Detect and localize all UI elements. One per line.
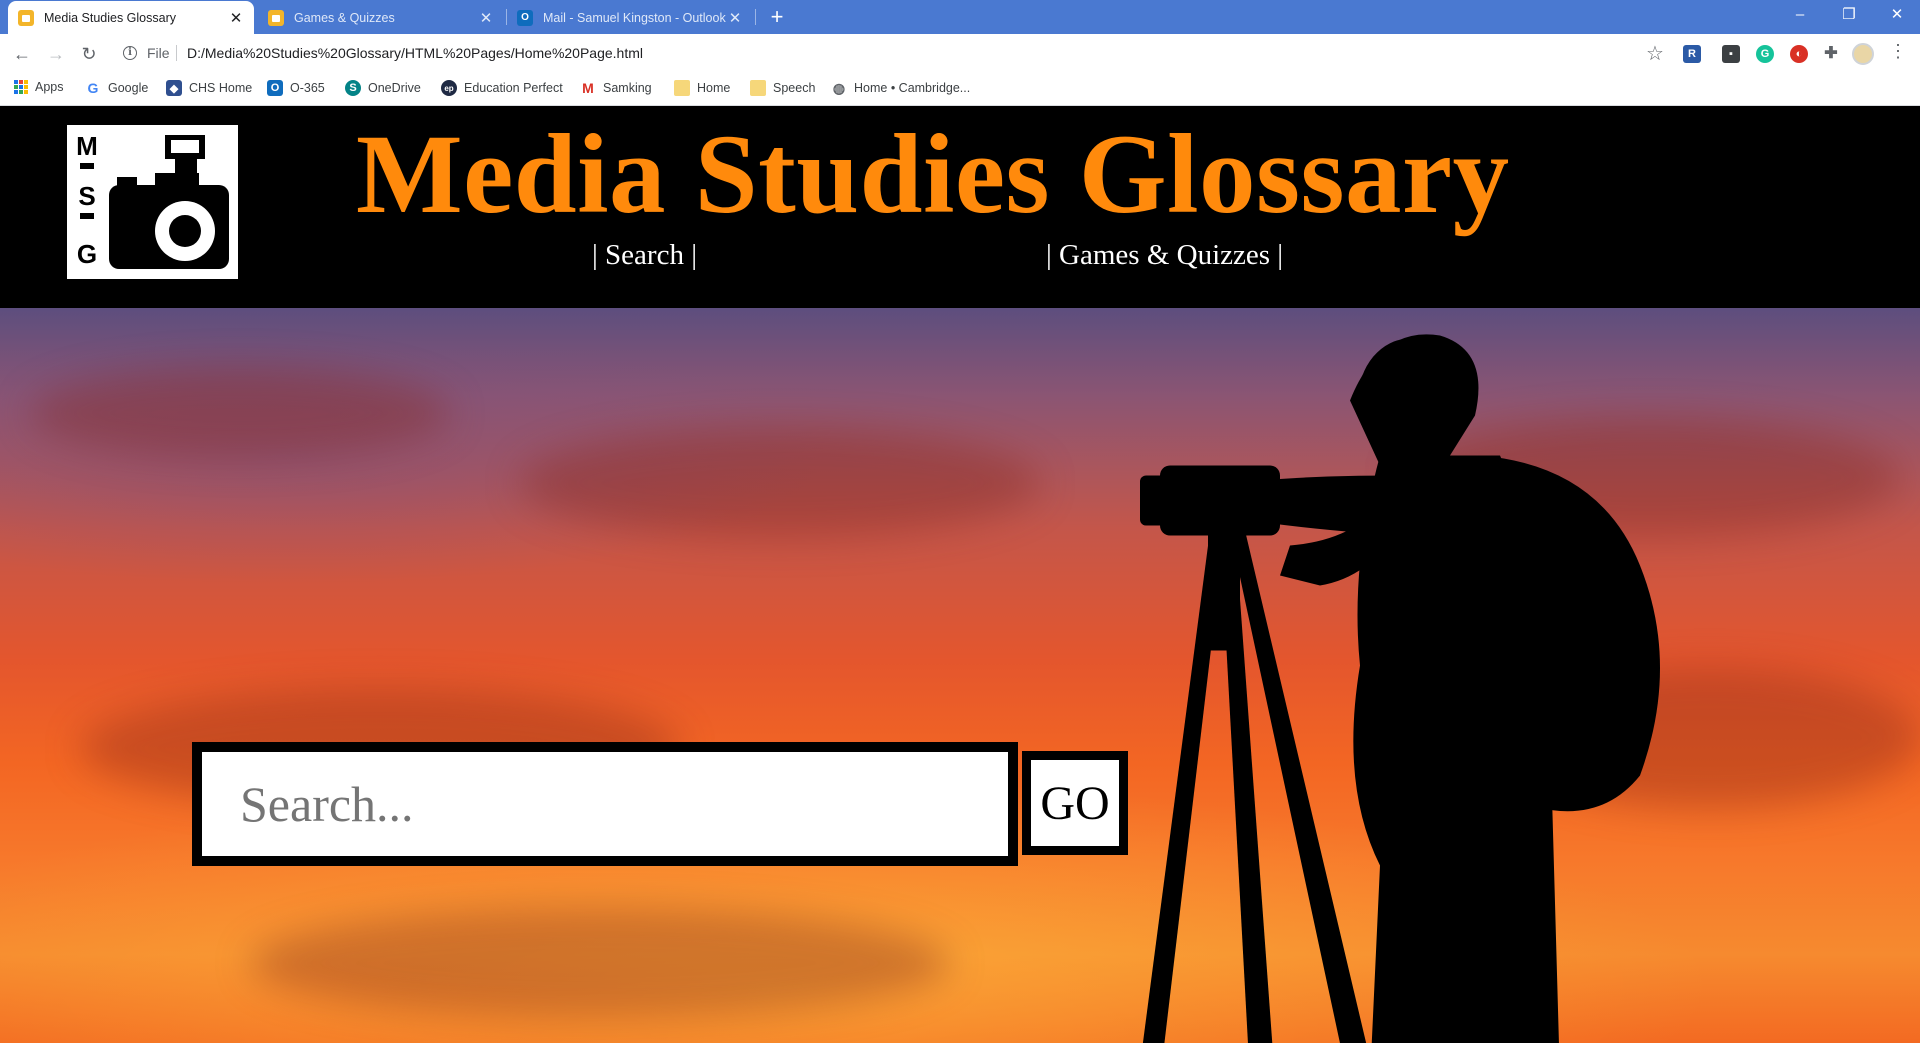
restore-button[interactable]: ❐	[1826, 0, 1872, 30]
bookmark-home-cambridge[interactable]: ◍ Home • Cambridge...	[831, 80, 970, 96]
extension-icon[interactable]: R	[1683, 45, 1701, 63]
menu-kebab-icon[interactable]: ⋮	[1889, 41, 1907, 62]
page-favicon-icon	[268, 9, 284, 26]
bookmark-chs-home[interactable]: ◆ CHS Home	[166, 80, 252, 96]
site-info-icon[interactable]: i	[123, 46, 137, 60]
photographer-silhouette-icon	[1140, 334, 1660, 1043]
go-button[interactable]: GO	[1022, 751, 1128, 855]
tab-outlook-mail[interactable]: O Mail - Samuel Kingston - Outlook ✕	[507, 1, 753, 34]
logo-letter-m: M	[76, 131, 98, 161]
bookmark-label: OneDrive	[368, 81, 421, 95]
globe-icon: ◍	[832, 79, 846, 96]
bookmark-education-perfect[interactable]: ep Education Perfect	[441, 80, 563, 96]
bookmark-label: Google	[108, 81, 149, 95]
forward-button[interactable]: →	[42, 40, 70, 68]
profile-avatar[interactable]	[1852, 43, 1874, 65]
google-icon: G	[87, 80, 99, 96]
outlook-icon: O	[517, 9, 533, 26]
chs-icon: ◆	[166, 80, 182, 96]
outlook-icon: O	[267, 80, 283, 96]
extension-icon[interactable]: ▪	[1722, 45, 1740, 63]
web-page: M S G Media Studies Glossary | Search | …	[0, 106, 1920, 1043]
ep-icon: ep	[441, 80, 457, 96]
bookmark-o365[interactable]: O O-365	[267, 80, 325, 96]
logo-letter-s: S	[78, 181, 95, 211]
sharepoint-icon: S	[345, 80, 361, 96]
tab-title: Mail - Samuel Kingston - Outlook	[543, 10, 726, 25]
bookmark-apps[interactable]: Apps	[14, 80, 64, 94]
bookmark-google[interactable]: G Google	[85, 80, 149, 96]
close-tab-icon[interactable]: ✕	[727, 9, 743, 27]
bookmark-label: CHS Home	[189, 81, 253, 95]
logo-letter-g: G	[77, 239, 97, 269]
close-tab-icon[interactable]: ✕	[478, 9, 494, 27]
nav-search-link[interactable]: | Search |	[592, 239, 697, 272]
bookmark-label: Apps	[35, 80, 64, 94]
cloud-shape	[250, 908, 950, 1018]
minimize-button[interactable]: –	[1777, 0, 1823, 30]
hero-sunset-background: GO	[0, 308, 1920, 1043]
bookmark-label: Education Perfect	[464, 81, 563, 95]
cloud-shape	[30, 368, 450, 458]
browser-toolbar: ← → ↻ i File D:/Media%20Studies%20Glossa…	[0, 34, 1920, 72]
bookmark-label: Speech	[773, 81, 816, 95]
bookmark-label: Samking	[603, 81, 652, 95]
url-scheme-label: File	[147, 45, 170, 61]
folder-icon	[750, 80, 766, 96]
bookmark-speech[interactable]: Speech	[750, 80, 815, 96]
tab-media-studies-glossary[interactable]: Media Studies Glossary ✕	[8, 1, 254, 34]
gmail-icon: M	[582, 80, 594, 96]
bookmark-label: O-365	[290, 81, 325, 95]
address-bar[interactable]: D:/Media%20Studies%20Glossary/HTML%20Pag…	[187, 45, 643, 61]
new-tab-button[interactable]: +	[764, 4, 790, 30]
site-title: Media Studies Glossary	[356, 112, 1510, 237]
browser-tab-strip: Media Studies Glossary ✕ Games & Quizzes…	[0, 0, 1920, 34]
page-favicon-icon	[18, 9, 34, 26]
bookmark-star-icon[interactable]: ☆	[1646, 41, 1664, 66]
extension-icon[interactable]: ◐	[1790, 45, 1808, 63]
bookmark-onedrive[interactable]: S OneDrive	[345, 80, 421, 96]
extensions-puzzle-icon[interactable]: ✚	[1822, 45, 1840, 63]
tab-separator	[755, 9, 756, 25]
camera-logo-icon: M S G	[67, 125, 238, 279]
tab-title: Games & Quizzes	[294, 10, 395, 25]
close-window-button[interactable]: ✕	[1874, 0, 1920, 30]
bookmark-samking[interactable]: M Samking	[580, 80, 652, 96]
bookmarks-bar: Apps G Google ◆ CHS Home O O-365 S OneDr…	[0, 72, 1920, 106]
msg-logo[interactable]: M S G	[67, 125, 238, 279]
bookmark-label: Home	[697, 81, 731, 95]
back-button[interactable]: ←	[8, 40, 36, 68]
search-input[interactable]	[202, 752, 1008, 856]
bookmark-home[interactable]: Home	[674, 80, 730, 96]
bookmark-label: Home • Cambridge...	[854, 81, 971, 95]
cloud-shape	[520, 428, 1040, 538]
url-divider	[176, 45, 177, 61]
folder-icon	[674, 80, 690, 96]
tab-title: Media Studies Glossary	[44, 10, 177, 25]
reload-button[interactable]: ↻	[75, 40, 103, 68]
apps-grid-icon	[14, 80, 28, 94]
close-tab-icon[interactable]: ✕	[228, 9, 244, 27]
tab-games-quizzes[interactable]: Games & Quizzes ✕	[258, 1, 504, 34]
search-field-container	[192, 742, 1018, 866]
grammarly-icon[interactable]: G	[1756, 45, 1774, 63]
